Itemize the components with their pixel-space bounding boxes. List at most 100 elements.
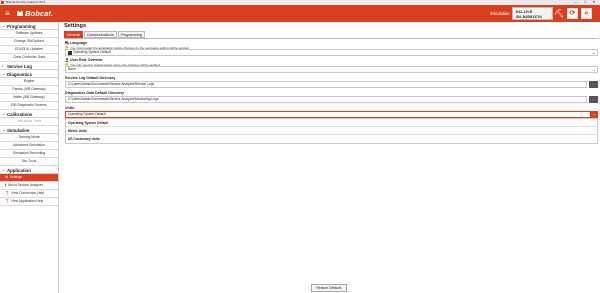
sidebar-section-label: Service Log [7, 63, 32, 69]
sidebar-item-advanced-simulation[interactable]: Advanced Simulation [0, 142, 58, 150]
sidebar-item-about-service-analyzer[interactable]: ℹ About Service Analyzer [0, 182, 58, 190]
service-log-dir-label: Service Log Default Directory [65, 76, 116, 80]
gear-icon: ⚙ [5, 175, 9, 179]
machine-info-box: E42-J-H-R SN: B4SM13724 [512, 7, 553, 20]
logo: Bobcat. [16, 9, 53, 18]
browse-service-log-button[interactable]: ... [589, 81, 598, 88]
sidebar: ⌄ Programming Software Updates Change SN/Op… [0, 22, 59, 293]
chevron-down-icon: ⌄ [592, 67, 596, 72]
sidebar-item-label: Interactive Tests [16, 119, 42, 123]
units-option[interactable]: Metric Units [66, 127, 597, 135]
sidebar-item-label: Training Mode [18, 135, 40, 139]
tab-general[interactable]: General [64, 31, 83, 38]
page-title: Settings [64, 23, 87, 29]
warning-icon [65, 62, 69, 66]
chevron-down-icon: ⌄ [592, 50, 596, 55]
simulation-label: Simulation [490, 11, 510, 16]
sidebar-item-change-sn-options[interactable]: Change SN/Options [0, 38, 58, 46]
sidebar-section-service-log[interactable]: › Service Log [0, 62, 58, 70]
sidebar-section-programming[interactable]: ⌄ Programming [0, 22, 58, 30]
sidebar-item-label: Engine [23, 79, 35, 83]
language-select[interactable]: Operating System Default ⌄ [65, 49, 598, 56]
sidebar-item-label: Change SN/Options [13, 39, 45, 43]
search-button[interactable]: ⌕ [581, 8, 592, 19]
chevron-right-icon: › [2, 63, 4, 68]
user-role-value: None [68, 67, 76, 71]
sidebar-item-eib-diagnostic-screens[interactable]: EIB Diagnostic Screens [0, 102, 58, 110]
diagnostics-dir-value: C:\Users\Admin\Documents\Service Analyze… [68, 97, 159, 101]
sidebar-item-label: Sim Tools [21, 159, 37, 163]
sidebar-item-label: Settings [9, 175, 22, 179]
sidebar-item-label: View Connection Help [10, 191, 45, 195]
sidebar-item-sim-tools[interactable]: Sim Tools [0, 158, 58, 166]
sidebar-section-label: Calibrations [7, 111, 33, 117]
units-select[interactable]: Operating System Default ⌄ [65, 111, 598, 118]
bobcat-logo-icon [17, 10, 23, 16]
sidebar-item-training-mode[interactable]: Training Mode [0, 134, 58, 142]
language-value: Operating System Default [73, 50, 111, 54]
service-log-dir-value: C:\Users\Admin\Documents\Service Analyze… [68, 82, 155, 86]
units-option[interactable]: US Customary Units [66, 135, 597, 143]
hamburger-icon[interactable]: ≡ [3, 9, 12, 18]
app-header: ≡ Bobcat. Simulation E42-J-H-R SN: B4SM1… [0, 5, 600, 22]
sidebar-item-label: Panels (ISB Gateway) [12, 87, 46, 91]
sidebar-item-simulation-recording[interactable]: Simulation Recording [0, 150, 58, 158]
tab-programming[interactable]: Programming [117, 31, 146, 38]
sidebar-item-label: Watts (ISB Gateway) [13, 95, 45, 99]
user-role-select[interactable]: None ⌄ [65, 66, 598, 73]
app-icon [1, 1, 4, 4]
settings-panel: Settings General Communications Programm… [59, 22, 600, 293]
sidebar-item-watts-isb-gateway-[interactable]: Watts (ISB Gateway) [0, 94, 58, 102]
sidebar-item-clear-controller-data[interactable]: Clear Controller Data [0, 54, 58, 62]
units-option[interactable]: Operating System Default [66, 119, 597, 127]
units-label: Units [65, 106, 74, 110]
sidebar-item-label: EIB Diagnostic Screens [11, 103, 47, 107]
user-icon [65, 57, 69, 62]
sidebar-item-label: EDI/ODU Updates [15, 47, 43, 51]
sidebar-item-label: Simulation Recording [12, 151, 46, 155]
diagnostics-dir-field[interactable]: C:\Users\Admin\Documents\Service Analyze… [65, 96, 587, 103]
tab-bar: General Communications Programming [64, 31, 146, 38]
sidebar-section-calibrations[interactable]: ⌄ Calibrations [0, 110, 58, 118]
sidebar-item-panels-isb-gateway-[interactable]: Panels (ISB Gateway) [0, 86, 58, 94]
tab-communications[interactable]: Communications [83, 31, 117, 38]
chevron-down-icon[interactable]: ⌄ [590, 111, 598, 118]
sidebar-section-label: Application [7, 167, 31, 173]
chevron-down-icon: ⌄ [2, 71, 6, 76]
sidebar-item-view-connection-help[interactable]: ❓ View Connection Help [0, 190, 58, 198]
sidebar-item-software-updates[interactable]: Software Updates [0, 30, 58, 38]
sidebar-item-view-application-help[interactable]: ❓ View Application Help [0, 198, 58, 206]
sidebar-section-application[interactable]: ⌄ Application [0, 166, 58, 174]
sidebar-item-engine[interactable]: Engine [0, 78, 58, 86]
sidebar-item-label: Software Updates [15, 31, 43, 35]
logo-text: Bobcat. [25, 9, 54, 18]
restore-defaults-button[interactable]: Restore Defaults [311, 284, 347, 292]
chevron-down-icon: ⌄ [2, 23, 6, 28]
sidebar-item-label: About Service Analyzer [7, 183, 43, 187]
sidebar-item-interactive-tests[interactable]: Interactive Tests [0, 118, 58, 126]
service-log-dir-field[interactable]: C:\Users\Admin\Documents\Service Analyze… [65, 81, 587, 88]
language-icon [65, 41, 69, 44]
chevron-down-icon: ⌄ [2, 127, 6, 132]
help-icon: ❓ [5, 191, 10, 195]
browse-diagnostics-button[interactable]: ... [589, 96, 598, 103]
sidebar-section-label: Programming [7, 23, 36, 29]
sidebar-section-label: Diagnostics [7, 71, 32, 77]
sidebar-item-edi-odu-updates[interactable]: EDI/ODU Updates [0, 46, 58, 54]
refresh-button[interactable]: ⟳ [567, 8, 578, 19]
sidebar-item-label: View Application Help [10, 199, 44, 203]
user-role-label: User Role Override [70, 58, 103, 62]
simulation-excavator-icon[interactable]: ⛏ [554, 8, 564, 19]
warning-icon [65, 45, 69, 49]
tab-divider [64, 38, 599, 39]
sidebar-section-label: Simulation [7, 127, 30, 133]
language-label: Language [70, 41, 87, 45]
sidebar-item-settings[interactable]: ⚙ Settings [0, 174, 58, 182]
sidebar-section-simulation[interactable]: ⌄ Simulation [0, 126, 58, 134]
info-icon: ℹ [5, 183, 7, 187]
units-value: Operating System Default [68, 112, 106, 116]
sidebar-section-diagnostics[interactable]: ⌄ Diagnostics [0, 70, 58, 78]
machine-serial: SN: B4SM13724 [516, 15, 542, 19]
windows-icon [68, 51, 72, 55]
sidebar-item-label: Clear Controller Data [13, 55, 45, 59]
